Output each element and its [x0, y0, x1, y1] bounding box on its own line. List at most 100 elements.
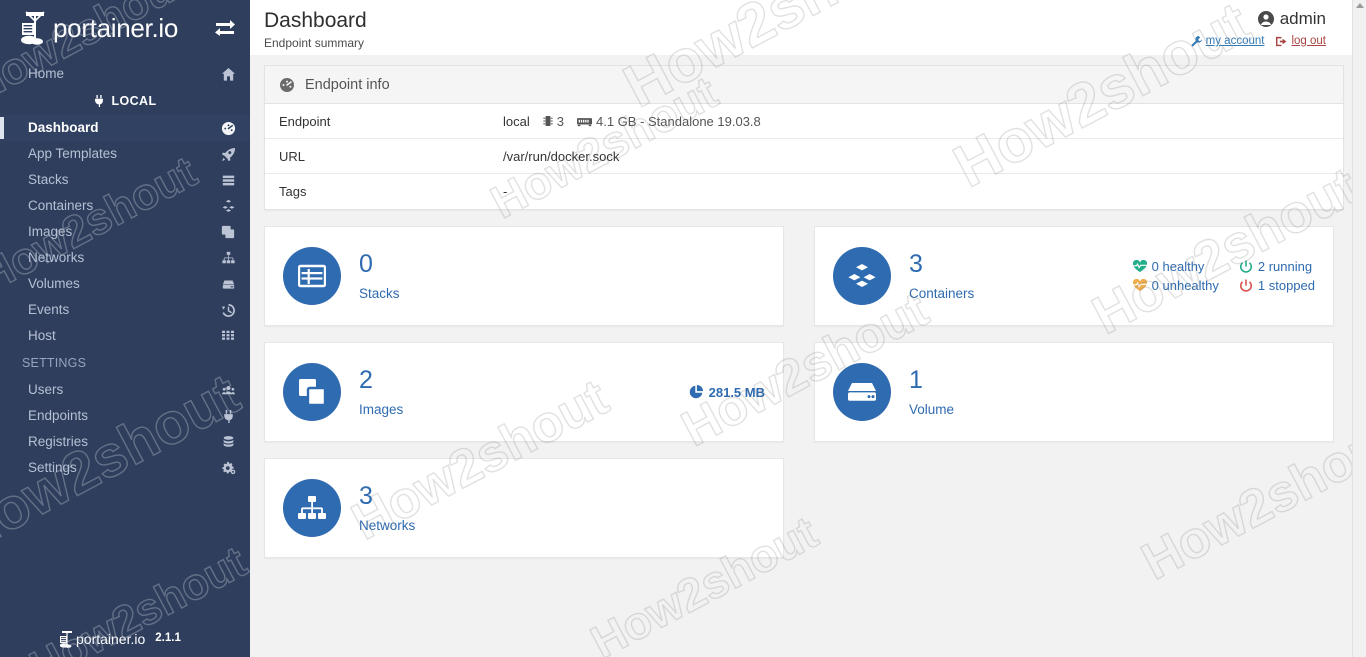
endpoint-name: local [503, 114, 530, 129]
volume-label: Volume [909, 403, 954, 417]
user-row: admin [1191, 10, 1326, 27]
exchange-arrows-icon[interactable] [214, 18, 236, 36]
sidebar-item-label-host: Host [28, 329, 56, 343]
microchip-icon [543, 115, 553, 127]
scroll-up-arrow-icon[interactable] [1356, 3, 1364, 8]
sidebar-footer-version: 2.1.1 [155, 633, 181, 645]
sidebar-item-endpoints[interactable]: Endpoints [0, 403, 250, 429]
cogs-icon [220, 460, 236, 476]
endpoint-row-tags: Tags - [265, 174, 1343, 209]
user-name: admin [1280, 10, 1326, 27]
dashboard-card-images[interactable]: 2 Images 281.5 MB [264, 342, 784, 442]
table-icon [283, 247, 341, 305]
endpoint-row-url: URL /var/run/docker.sock [265, 139, 1343, 174]
sidebar-item-images[interactable]: Images [0, 219, 250, 245]
dashboard-card-volume[interactable]: 1 Volume [814, 342, 1334, 442]
database-icon [220, 434, 236, 450]
portainer-logo-icon [58, 629, 76, 649]
card-text-block: 2 Images [359, 368, 403, 417]
sidebar-item-users[interactable]: Users [0, 377, 250, 403]
sidebar-item-host[interactable]: Host [0, 323, 250, 349]
sidebar-item-events[interactable]: Events [0, 297, 250, 323]
containers-stat-stopped: 1 stopped [1239, 278, 1315, 293]
sitemap-icon [220, 250, 236, 266]
sidebar-item-label-app-templates: App Templates [28, 147, 117, 161]
endpoint-info-header: Endpoint info [265, 66, 1343, 104]
containers-stat-label: 0 unhealthy [1152, 278, 1219, 293]
memory-icon [577, 116, 592, 127]
sidebar-item-label-images: Images [28, 225, 72, 239]
sidebar-item-app-templates[interactable]: App Templates [0, 141, 250, 167]
content-area: Endpoint info Endpoint local [250, 55, 1366, 558]
sidebar-item-settings[interactable]: Settings [0, 455, 250, 481]
images-total-size: 281.5 MB [689, 385, 765, 400]
clone-icon [283, 363, 341, 421]
home-icon [220, 66, 236, 82]
sidebar-footer: portainer.io 2.1.1 [0, 629, 250, 649]
log-out-link[interactable]: log out [1276, 35, 1326, 47]
volume-count: 1 [909, 368, 954, 393]
sidebar-item-containers[interactable]: Containers [0, 193, 250, 219]
sidebar-section-label-local: LOCAL [111, 94, 156, 108]
sidebar-item-label-home: Home [28, 67, 64, 81]
sidebar-item-dashboard[interactable]: Dashboard [0, 115, 250, 141]
stacks-label: Stacks [359, 287, 400, 301]
images-count: 2 [359, 368, 403, 393]
power-icon [1239, 279, 1253, 293]
stacks-count: 0 [359, 252, 400, 277]
tachometer-icon [279, 77, 295, 93]
pie-chart-icon [689, 385, 703, 399]
sidebar-item-home[interactable]: Home [0, 61, 250, 87]
my-account-label: my account [1206, 35, 1265, 47]
sidebar-item-networks[interactable]: Networks [0, 245, 250, 271]
containers-stat-unhealthy: 0 unhealthy [1133, 278, 1219, 293]
sidebar-item-label-stacks: Stacks [28, 173, 69, 187]
sidebar-item-label-endpoints: Endpoints [28, 409, 88, 423]
sidebar-item-stacks[interactable]: Stacks [0, 167, 250, 193]
images-label: Images [359, 403, 403, 417]
page-heading-block: Dashboard Endpoint summary [264, 10, 367, 50]
sidebar-item-label-networks: Networks [28, 251, 84, 265]
sidebar-section-label-settings: SETTINGS [22, 356, 86, 370]
endpoint-row-endpoint: Endpoint local 3 [265, 104, 1343, 139]
endpoint-cpu-count: 3 [557, 114, 564, 129]
sidebar-item-label-registries: Registries [28, 435, 88, 449]
clone-icon [220, 224, 236, 240]
hdd-icon [220, 276, 236, 292]
endpoint-row-key: Tags [279, 184, 503, 199]
power-icon [1239, 260, 1253, 274]
card-text-block: 3 Containers [909, 252, 974, 301]
users-icon [220, 382, 236, 398]
vertical-scrollbar[interactable] [1352, 0, 1366, 657]
sidebar-item-label-dashboard: Dashboard [28, 121, 99, 135]
dashboard-card-containers[interactable]: 3 Containers [814, 226, 1334, 326]
endpoint-memory-info: 4.1 GB - Standalone 19.03.8 [596, 114, 761, 129]
hdd-icon [833, 363, 891, 421]
sidebar-item-label-events: Events [28, 303, 69, 317]
sidebar-footer-brand: portainer.io [76, 632, 145, 646]
history-icon [220, 302, 236, 318]
sidebar-item-label-containers: Containers [28, 199, 93, 213]
dashboard-card-stacks[interactable]: 0 Stacks [264, 226, 784, 326]
sidebar-brand[interactable]: portainer.io [0, 0, 250, 55]
networks-count: 3 [359, 484, 415, 509]
sidebar: portainer.io Home [0, 0, 250, 657]
endpoint-row-key: URL [279, 149, 503, 164]
dashboard-card-networks[interactable]: 3 Networks [264, 458, 784, 558]
th-icon [220, 328, 236, 344]
user-links: my account log out [1191, 35, 1326, 47]
my-account-link[interactable]: my account [1191, 35, 1265, 47]
card-text-block: 1 Volume [909, 368, 954, 417]
containers-stat-healthy: 0 healthy [1133, 259, 1219, 274]
cubes-icon [833, 247, 891, 305]
containers-stat-label: 2 running [1258, 259, 1312, 274]
cubes-icon [220, 198, 236, 214]
sidebar-item-volumes[interactable]: Volumes [0, 271, 250, 297]
containers-count: 3 [909, 252, 974, 277]
endpoint-row-key: Endpoint [279, 114, 503, 129]
list-icon [220, 172, 236, 188]
sidebar-item-registries[interactable]: Registries [0, 429, 250, 455]
endpoint-info-panel: Endpoint info Endpoint local [264, 65, 1344, 210]
containers-stats: 0 healthy 2 running [1133, 259, 1315, 293]
heartbeat-icon [1133, 260, 1147, 273]
